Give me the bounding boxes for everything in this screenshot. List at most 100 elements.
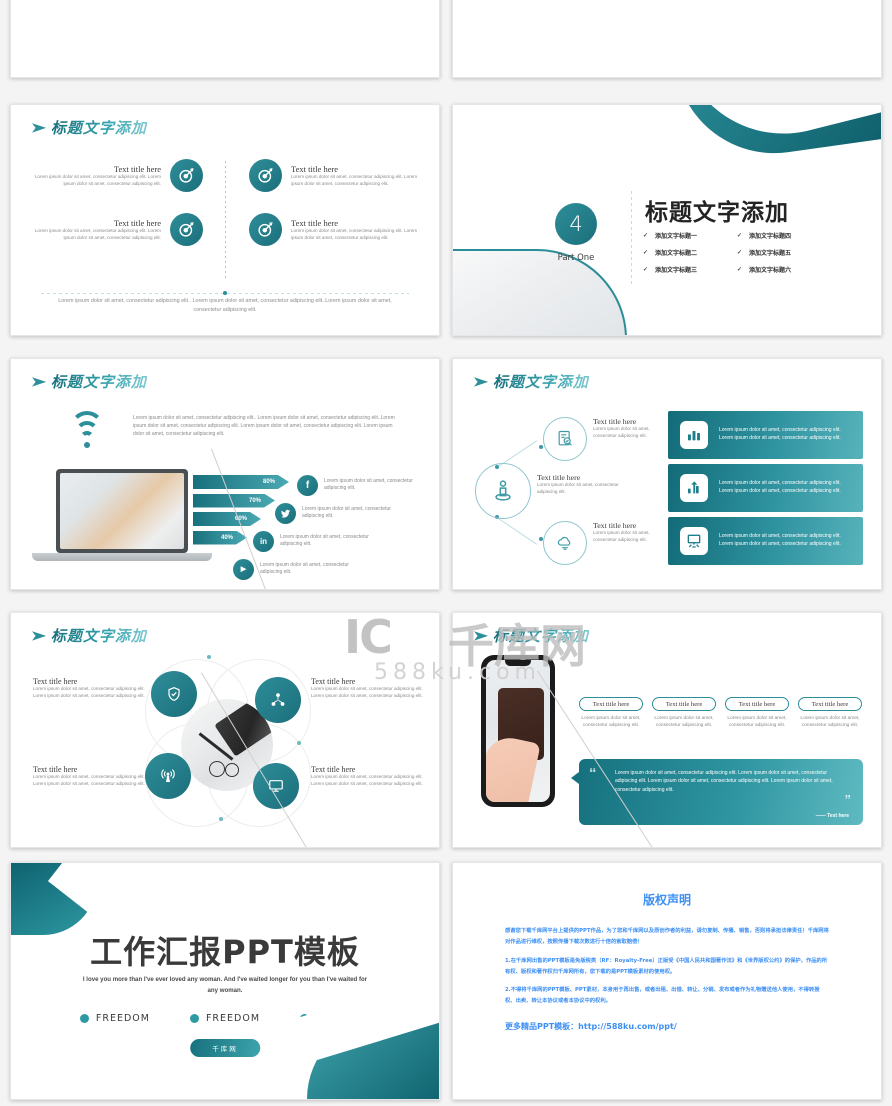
copyright-paragraph-2: 1.在千库网出售的PPT模板是免版税类（RF：Royalty-Free）正版受《… [505, 957, 828, 975]
target-body: Lorem ipsum dolor sit amet, consectetur … [34, 173, 161, 186]
target-item[interactable]: Text title here Lorem ipsum dolor sit am… [33, 213, 203, 246]
cover-brand-button[interactable]: 千库网 [190, 1039, 260, 1057]
slide-cover[interactable]: 工作汇报PPT模板 I love you more than I've ever… [10, 862, 440, 1100]
cover-tag-label: FREEDOM [205, 1013, 261, 1024]
target-item[interactable]: Text title here Lorem ipsum dolor sit am… [249, 159, 419, 192]
desk-flatlay-photo [60, 473, 184, 549]
phone-mockup [481, 655, 555, 807]
check-icon: ✓ [737, 233, 743, 239]
feature-bar[interactable]: Lorem ipsum dolor sit amet, consectetur … [668, 517, 863, 565]
feature-bar[interactable]: Lorem ipsum dolor sit amet, consectetur … [668, 411, 863, 459]
hub-text: Text title here Lorem ipsum dolor sit am… [33, 765, 145, 788]
slide-header: ➤ 标题文字添加 [30, 371, 147, 392]
slide-thumbnail-arcs-partial[interactable]: consectetur adipiscing elit. consectetur… [10, 0, 440, 78]
hub-body: Lorem ipsum dolor sit amet, consectetur … [311, 774, 423, 786]
social-text: Lorem ipsum dolor sit amet, consectetur … [280, 533, 369, 548]
target-body: Lorem ipsum dolor sit amet, consectetur … [291, 173, 418, 186]
laptop-base [32, 553, 212, 561]
pill-item[interactable]: Text title here Lorem ipsum dolor sit am… [798, 697, 862, 729]
targets-grid: Text title here Lorem ipsum dolor sit am… [11, 153, 439, 295]
hub-title: Text title here [311, 677, 356, 686]
facebook-glyph: f [305, 479, 310, 491]
percentage-bar: 60% [193, 512, 261, 526]
hub-text: Text title here Lorem ipsum dolor sit am… [311, 677, 423, 700]
slide-wifi-laptop[interactable]: ➤ 标题文字添加 Lorem ipsum dolor sit amet, con… [10, 358, 440, 590]
bullet-item[interactable]: ✓ 添加文字标题六 [737, 265, 831, 274]
slide-phone-quote[interactable]: ➤ 标题文字添加 Text title here Lorem ipsum dol… [452, 612, 882, 848]
cover-tag[interactable]: FREEDOM [189, 1013, 261, 1024]
hub-dot [219, 817, 223, 821]
slide-four-targets[interactable]: ➤ 标题文字添加 Text title here Lorem ipsum dol… [10, 104, 440, 336]
slide-header: ➤ 标题文字添加 [473, 371, 589, 392]
arrow-bullet-icon: ➤ [30, 628, 47, 643]
feature-bar-list: Lorem ipsum dolor sit amet, consectetur … [668, 411, 863, 570]
bullet-item[interactable]: ✓ 添加文字标题三 [643, 265, 737, 274]
linkedin-icon: in [253, 530, 274, 552]
target-body: Lorem ipsum dolor sit amet, consectetur … [34, 227, 161, 240]
phone-notch [505, 660, 531, 666]
pill-label: Text title here [652, 697, 716, 711]
feature-bar-text: Lorem ipsum dolor sit amet, consectetur … [719, 480, 841, 494]
social-text: Lorem ipsum dolor sit amet, consectetur … [324, 477, 413, 492]
copyright-paragraph-1: 感谢您下载千库网平台上提供的PPT作品，为了您和千库网以及原创作者的利益，请勿复… [505, 928, 829, 945]
pill-item[interactable]: Text title here Lorem ipsum dolor sit am… [652, 697, 716, 729]
node-body: Lorem ipsum dolor sit amet, consectetur … [537, 482, 619, 494]
percentage-bar: 40% [193, 531, 247, 545]
node-diagram: Text title here Lorem ipsum dolor sit am… [475, 411, 675, 576]
pill-item[interactable]: Text title here Lorem ipsum dolor sit am… [725, 697, 789, 729]
slide-nodes-and-bars[interactable]: ➤ 标题文字添加 Text title here Lorem ipsum dol… [452, 358, 882, 590]
presentation-board-icon [680, 527, 708, 555]
cover-subtitle: I love you more than I've ever loved any… [82, 976, 368, 994]
slide-header: ➤ 标题文字添加 [30, 625, 147, 646]
copyright-paragraph-3: 2.不得将千库网的PPT模板、PPT素材，本身用于再出售，或者出租、出借、转让、… [505, 987, 820, 1005]
hub-body: Lorem ipsum dolor sit amet, consectetur … [311, 686, 423, 698]
pill-label: Text title here [725, 697, 789, 711]
bullet-label: 添加文字标题五 [749, 251, 792, 257]
slide-thumbnail-cards-partial[interactable]: Text title here Lorem ipsum dolor sit am… [452, 0, 882, 78]
slide-copyright[interactable]: 版权声明 感谢您下载千库网平台上提供的PPT作品，为了您和千库网以及原创作者的利… [452, 862, 882, 1100]
facebook-icon: f [297, 474, 318, 496]
pill-body: Lorem ipsum dolor sit amet, consectetur … [800, 716, 860, 729]
target-item[interactable]: Text title here Lorem ipsum dolor sit am… [249, 213, 419, 246]
social-item[interactable]: in Lorem ipsum dolor sit amet, consectet… [253, 527, 416, 555]
slide-title: 标题文字添加 [50, 627, 147, 645]
check-icon: ✓ [737, 250, 743, 256]
target-icon [170, 159, 203, 192]
social-item[interactable]: f Lorem ipsum dolor sit amet, consectetu… [297, 471, 416, 499]
social-item[interactable]: Lorem ipsum dolor sit amet, consectetur … [275, 499, 416, 527]
feature-bar[interactable]: Lorem ipsum dolor sit amet, consectetur … [668, 464, 863, 512]
target-icon [170, 213, 203, 246]
copyright-more-link[interactable]: 更多精品PPT模板：http://588ku.com/ppt/ [505, 1021, 829, 1032]
target-item[interactable]: Text title here Lorem ipsum dolor sit am… [33, 159, 203, 192]
arrow-bullet-icon: ➤ [30, 374, 47, 389]
bar-chart-icon [680, 421, 708, 449]
bullet-item[interactable]: ✓ 添加文字标题五 [737, 248, 831, 257]
vertical-divider [225, 161, 226, 281]
check-icon: ✓ [643, 267, 649, 273]
section-vertical-divider [631, 191, 632, 285]
pill-label: Text title here [798, 697, 862, 711]
pill-item[interactable]: Text title here Lorem ipsum dolor sit am… [579, 697, 643, 729]
node-title: Text title here [593, 521, 637, 530]
broadcast-icon [145, 753, 191, 799]
hub-text: Text title here Lorem ipsum dolor sit am… [311, 765, 423, 788]
bullet-dot-icon [189, 1014, 199, 1023]
youtube-glyph: ▶ [240, 566, 247, 573]
bullet-label: 添加文字标题一 [655, 234, 698, 240]
cover-title: 工作汇报PPT模板 [90, 933, 360, 971]
bullet-item[interactable]: ✓ 添加文字标题一 [643, 231, 737, 240]
person-location-icon [475, 463, 531, 519]
cover-tag[interactable]: FREEDOM [79, 1013, 150, 1024]
slide-hub-four-circles[interactable]: ➤ 标题文字添加 Text title here Lorem ipsum dol… [10, 612, 440, 848]
cloud-icon [543, 521, 587, 565]
quote-bubble: “ Lorem ipsum dolor sit amet, consectetu… [579, 759, 863, 825]
copyright-heading: 版权声明 [642, 893, 691, 907]
copyright-block: 版权声明 感谢您下载千库网平台上提供的PPT作品，为了您和千库网以及原创作者的利… [505, 891, 829, 1032]
bullet-item[interactable]: ✓ 添加文字标题四 [737, 231, 831, 240]
cover-tag-label: FREEDOM [95, 1013, 150, 1024]
laptop-screen [56, 469, 188, 553]
social-list: f Lorem ipsum dolor sit amet, consectetu… [233, 471, 416, 583]
bullet-item[interactable]: ✓ 添加文字标题二 [643, 248, 737, 257]
slide-section-divider[interactable]: 4 Part One 标题文字添加 ✓ 添加文字标题一 ✓ 添加文字标题四 ✓ 添加文… [452, 104, 882, 336]
section-number: 4 [555, 203, 597, 245]
